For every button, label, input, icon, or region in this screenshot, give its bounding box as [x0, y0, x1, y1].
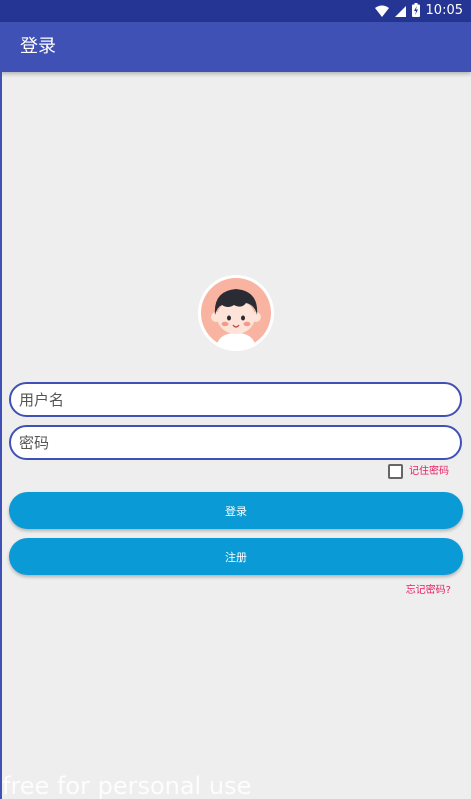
password-field[interactable] — [9, 425, 462, 460]
login-button[interactable]: 登录 — [9, 492, 463, 529]
register-button[interactable]: 注册 — [9, 538, 463, 575]
remember-password-label: 记住密码 — [409, 465, 449, 477]
remember-password-checkbox[interactable] — [388, 464, 403, 479]
avatar — [198, 275, 274, 351]
avatar-illustration-icon — [198, 275, 274, 351]
cellular-signal-icon — [394, 2, 406, 21]
battery-charging-icon — [411, 2, 420, 21]
forgot-password-link[interactable]: 忘记密码? — [406, 584, 451, 598]
wifi-icon — [374, 2, 389, 21]
username-input[interactable] — [19, 384, 449, 415]
watermark-text: free for personal use — [2, 772, 252, 799]
app-bar: 登录 — [0, 22, 471, 72]
status-time: 10:05 — [425, 3, 463, 18]
left-edge-divider — [0, 72, 2, 799]
page-title: 登录 — [20, 36, 56, 57]
status-bar: 10:05 — [0, 0, 471, 22]
status-icons: 10:05 — [374, 2, 463, 21]
password-input[interactable] — [19, 427, 449, 458]
username-field[interactable] — [9, 382, 462, 417]
remember-password[interactable]: 记住密码 — [388, 464, 449, 479]
